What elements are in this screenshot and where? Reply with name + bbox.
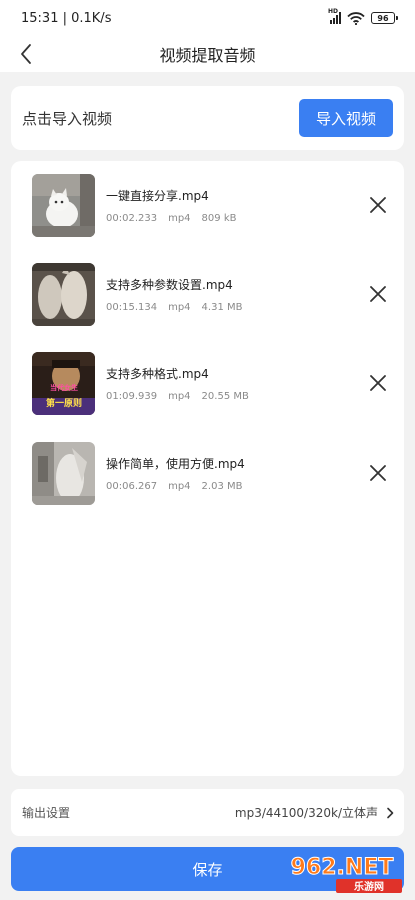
video-format: mp4 bbox=[168, 390, 191, 402]
import-card: 点击导入视频 导入视频 bbox=[11, 86, 404, 150]
video-name: 支持多种参数设置.mp4 bbox=[106, 277, 233, 292]
wifi-icon bbox=[347, 11, 365, 25]
remove-video-button[interactable] bbox=[364, 369, 392, 397]
video-info: 操作简单，使用方便.mp4 00:06.267 mp4 2.03 MB bbox=[106, 455, 392, 492]
remove-video-button[interactable] bbox=[364, 280, 392, 308]
video-duration: 00:06.267 bbox=[106, 480, 158, 492]
close-icon bbox=[370, 375, 386, 391]
video-item[interactable]: 支持多种参数设置.mp4 00:15.134 mp4 4.31 MB bbox=[32, 262, 392, 326]
video-meta: 00:02.233 mp4 809 kB bbox=[106, 213, 392, 224]
save-button[interactable]: 保存 bbox=[11, 847, 404, 891]
title-bar: 视频提取音频 bbox=[0, 36, 415, 72]
video-meta: 01:09.939 mp4 20.55 MB bbox=[106, 391, 392, 402]
thumb-caption-1: 当代女生 bbox=[50, 383, 78, 392]
close-icon bbox=[370, 465, 386, 481]
video-size: 20.55 MB bbox=[201, 390, 249, 402]
video-name: 一键直接分享.mp4 bbox=[106, 188, 209, 203]
video-size: 2.03 MB bbox=[201, 480, 243, 492]
video-item[interactable]: 当代女生 第一原则 支持多种格式.mp4 01:09.939 mp4 20.55… bbox=[32, 351, 392, 415]
video-duration: 01:09.939 bbox=[106, 390, 158, 402]
video-info: 一键直接分享.mp4 00:02.233 mp4 809 kB bbox=[106, 187, 392, 224]
status-bar: 15:31 | 0.1K/s HD 96 bbox=[0, 0, 415, 36]
video-name: 操作简单，使用方便.mp4 bbox=[106, 456, 245, 471]
video-meta: 00:15.134 mp4 4.31 MB bbox=[106, 302, 392, 313]
status-time: 15:31 | 0.1K/s bbox=[21, 10, 112, 26]
output-settings-row[interactable]: 输出设置 mp3/44100/320k/立体声 bbox=[11, 789, 404, 836]
battery-icon: 96 bbox=[371, 12, 398, 24]
back-button[interactable] bbox=[12, 40, 40, 68]
remove-video-button[interactable] bbox=[364, 191, 392, 219]
signal-icon: HD bbox=[328, 8, 341, 24]
video-thumbnail bbox=[32, 441, 95, 505]
import-video-button[interactable]: 导入视频 bbox=[299, 99, 393, 137]
chevron-left-icon bbox=[21, 44, 31, 64]
chevron-right-icon bbox=[387, 807, 394, 818]
output-settings-value: mp3/44100/320k/立体声 bbox=[234, 806, 378, 820]
page-title: 视频提取音频 bbox=[159, 46, 256, 65]
output-settings-label: 输出设置 bbox=[22, 806, 71, 820]
video-format: mp4 bbox=[168, 480, 191, 492]
battery-level: 96 bbox=[377, 13, 389, 23]
import-hint: 点击导入视频 bbox=[22, 109, 113, 128]
video-duration: 00:02.233 bbox=[106, 212, 158, 224]
video-item[interactable]: 操作简单，使用方便.mp4 00:06.267 mp4 2.03 MB bbox=[32, 441, 392, 505]
video-thumbnail bbox=[32, 262, 95, 326]
video-info: 支持多种格式.mp4 01:09.939 mp4 20.55 MB bbox=[106, 365, 392, 402]
video-info: 支持多种参数设置.mp4 00:15.134 mp4 4.31 MB bbox=[106, 276, 392, 313]
close-icon bbox=[370, 286, 386, 302]
video-format: mp4 bbox=[168, 212, 191, 224]
video-format: mp4 bbox=[168, 301, 191, 313]
video-thumbnail: 当代女生 第一原则 bbox=[32, 351, 95, 415]
video-size: 4.31 MB bbox=[201, 301, 243, 313]
network-badge: HD bbox=[328, 8, 339, 15]
output-settings-value-group: mp3/44100/320k/立体声 bbox=[235, 804, 394, 821]
video-thumbnail bbox=[32, 173, 95, 237]
thumb-caption-2: 第一原则 bbox=[46, 397, 82, 409]
video-size: 809 kB bbox=[201, 212, 237, 224]
video-name: 支持多种格式.mp4 bbox=[106, 366, 209, 381]
video-meta: 00:06.267 mp4 2.03 MB bbox=[106, 481, 392, 492]
status-icons: HD 96 bbox=[328, 8, 398, 25]
close-icon bbox=[370, 197, 386, 213]
video-item[interactable]: 一键直接分享.mp4 00:02.233 mp4 809 kB bbox=[32, 173, 392, 237]
video-list: 一键直接分享.mp4 00:02.233 mp4 809 kB 支持多种参数设置… bbox=[11, 161, 404, 776]
video-duration: 00:15.134 bbox=[106, 301, 158, 313]
remove-video-button[interactable] bbox=[364, 459, 392, 487]
